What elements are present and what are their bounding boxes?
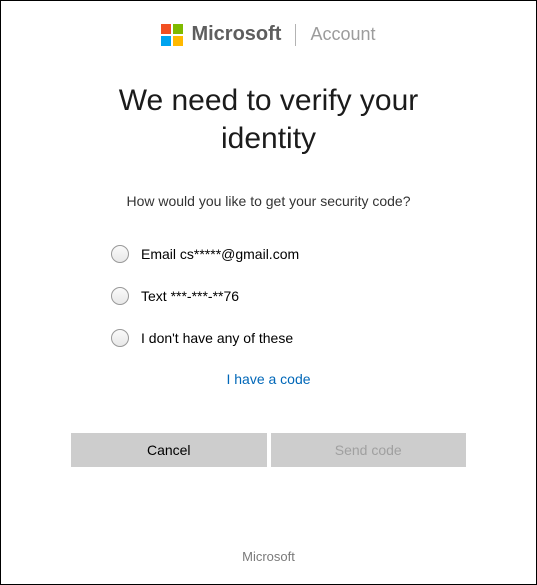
have-code-row: I have a code [71, 371, 466, 389]
option-text[interactable]: Text ***-***-**76 [111, 287, 466, 305]
have-code-link[interactable]: I have a code [226, 371, 310, 387]
radio-icon [111, 287, 129, 305]
header-divider [295, 24, 296, 46]
page-subtitle: How would you like to get your security … [71, 193, 466, 209]
page-title: We need to verify your identity [71, 82, 466, 157]
microsoft-logo-icon [161, 24, 183, 46]
brand-name: Microsoft [191, 23, 281, 46]
option-label: Text ***-***-**76 [141, 288, 239, 304]
option-email[interactable]: Email cs*****@gmail.com [111, 245, 466, 263]
main-content: We need to verify your identity How woul… [1, 82, 536, 389]
verify-options: Email cs*****@gmail.com Text ***-***-**7… [71, 245, 466, 347]
option-label: I don't have any of these [141, 330, 293, 346]
cancel-button[interactable]: Cancel [71, 433, 267, 467]
send-code-button[interactable]: Send code [271, 433, 467, 467]
footer-text: Microsoft [1, 549, 536, 564]
button-row: Cancel Send code [1, 433, 536, 467]
radio-icon [111, 329, 129, 347]
option-none[interactable]: I don't have any of these [111, 329, 466, 347]
option-label: Email cs*****@gmail.com [141, 246, 299, 262]
section-name: Account [310, 24, 375, 45]
header: Microsoft Account [1, 1, 536, 46]
radio-icon [111, 245, 129, 263]
